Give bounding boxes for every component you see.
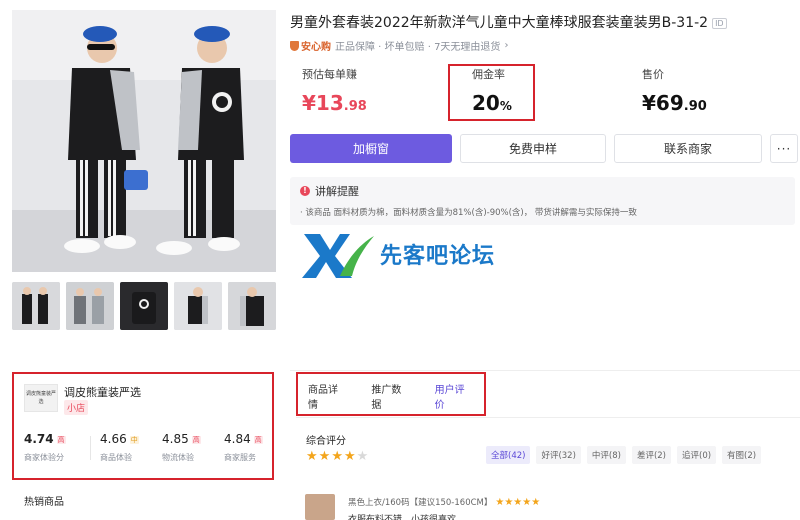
thumbnail-2[interactable] bbox=[66, 282, 114, 330]
add-to-window-button[interactable]: 加橱窗 bbox=[290, 134, 452, 163]
shield-icon bbox=[290, 40, 299, 51]
thumbnail-3[interactable] bbox=[120, 282, 168, 330]
shop-card[interactable]: 调皮熊童装严选 调皮熊童装严选 小店 4.74 高 商家体验分 4.66 中 商品体… bbox=[12, 372, 274, 480]
guarantee-bar[interactable]: 安心购 正品保障 · 坏单包赔 · 7天无理由退货 › bbox=[290, 38, 508, 53]
chevron-right-icon: › bbox=[504, 40, 509, 51]
price-value: ¥69.90 bbox=[642, 91, 707, 115]
thumbnail-1[interactable] bbox=[12, 282, 60, 330]
score-product-experience: 4.66 中 商品体验 bbox=[100, 432, 139, 462]
thumbnail-strip bbox=[12, 282, 276, 330]
tabs-highlight-box bbox=[296, 372, 486, 416]
hot-products-title: 热销商品 bbox=[24, 497, 64, 508]
free-sample-button[interactable]: 免费申样 bbox=[460, 134, 606, 163]
score-level-badge: 高 bbox=[56, 435, 66, 444]
panel-top-divider bbox=[290, 370, 800, 371]
shop-name[interactable]: 调皮熊童装严选 bbox=[64, 384, 141, 400]
alert-icon: ! bbox=[300, 186, 310, 196]
score-merchant-experience: 4.74 高 商家体验分 bbox=[24, 432, 66, 462]
thumbnail-4[interactable] bbox=[174, 282, 222, 330]
forum-watermark: XR 先客吧论坛 bbox=[300, 228, 495, 280]
earn-label: 预估每单赚 bbox=[302, 68, 357, 81]
guarantee-brand: 安心购 bbox=[290, 38, 331, 53]
filter-positive[interactable]: 好评(32) bbox=[536, 446, 581, 464]
product-id-tag[interactable]: ID bbox=[712, 17, 727, 29]
filter-with-images[interactable]: 有图(2) bbox=[722, 446, 762, 464]
watermark-text: 先客吧论坛 bbox=[380, 243, 496, 269]
notice-title: 讲解提醒 bbox=[315, 185, 359, 198]
review-filters: 全部(42) 好评(32) 中评(8) 差评(2) 追评(0) 有图(2) bbox=[486, 446, 762, 464]
star-icon: ★ bbox=[331, 449, 344, 464]
star-icon: ★ bbox=[343, 449, 357, 464]
overall-rating-title: 综合评分 bbox=[306, 436, 346, 447]
filter-follow-up[interactable]: 追评(0) bbox=[677, 446, 717, 464]
review-text: 衣服布料不错，小孩很喜欢 bbox=[348, 515, 457, 520]
thumbnail-5[interactable] bbox=[228, 282, 276, 330]
contact-merchant-button[interactable]: 联系商家 bbox=[614, 134, 762, 163]
commission-highlight-box bbox=[448, 64, 535, 121]
review-meta: 黑色上衣/160码【建议150-160CM】 ★★★★★ bbox=[348, 496, 540, 508]
tabs-divider bbox=[296, 417, 800, 418]
shop-logo[interactable]: 调皮熊童装严选 bbox=[24, 384, 58, 412]
filter-neutral[interactable]: 中评(8) bbox=[586, 446, 626, 464]
filter-all[interactable]: 全部(42) bbox=[486, 446, 531, 464]
star-icon: ★ bbox=[306, 449, 319, 464]
shop-type-badge: 小店 bbox=[64, 400, 89, 415]
product-main-image[interactable] bbox=[12, 10, 276, 272]
overall-rating-stars: ★★★★★ bbox=[306, 449, 369, 464]
watermark-logo: XR bbox=[302, 234, 374, 278]
price-label: 售价 bbox=[642, 68, 664, 81]
notice-body: · 该商品 面料材质为棉，面料材质含量为81%(含)-90%(含)， 带货讲解需… bbox=[300, 208, 637, 218]
product-title: 男童外套春装2022年新款洋气儿童中大童棒球服套装童装男B-31-2 ID bbox=[290, 12, 795, 32]
notice-header: ! 讲解提醒 bbox=[300, 183, 785, 199]
star-icon: ★ bbox=[318, 449, 332, 464]
score-level-badge: 高 bbox=[191, 435, 201, 444]
more-options-button[interactable]: ··· bbox=[770, 134, 798, 163]
guarantee-text: 正品保障 · 坏单包赔 · 7天无理由退货 bbox=[335, 42, 501, 53]
filter-negative[interactable]: 差评(2) bbox=[631, 446, 671, 464]
star-empty-icon: ★ bbox=[356, 449, 370, 464]
review-stars: ★★★★★ bbox=[495, 497, 541, 508]
score-level-badge: 高 bbox=[253, 435, 263, 444]
divider bbox=[90, 436, 91, 460]
score-level-badge: 中 bbox=[129, 435, 139, 444]
score-merchant-service: 4.84 高 商家服务 bbox=[224, 432, 263, 462]
explain-notice: ! 讲解提醒 · 该商品 面料材质为棉，面料材质含量为81%(含)-90%(含)… bbox=[290, 177, 795, 225]
score-logistics-experience: 4.85 高 物流体验 bbox=[162, 432, 201, 462]
product-title-text: 男童外套春装2022年新款洋气儿童中大童棒球服套装童装男B-31-2 bbox=[290, 15, 709, 31]
review-image[interactable] bbox=[305, 494, 335, 520]
review-variant: 黑色上衣/160码【建议150-160CM】 bbox=[348, 498, 493, 508]
earn-value: ¥13.98 bbox=[302, 91, 367, 115]
metric-earn: 预估每单赚 ¥13.98 bbox=[302, 66, 367, 115]
guarantee-brand-label: 安心购 bbox=[301, 42, 331, 53]
svg-text:XR: XR bbox=[304, 239, 306, 241]
metric-price: 售价 ¥69.90 bbox=[642, 66, 707, 115]
